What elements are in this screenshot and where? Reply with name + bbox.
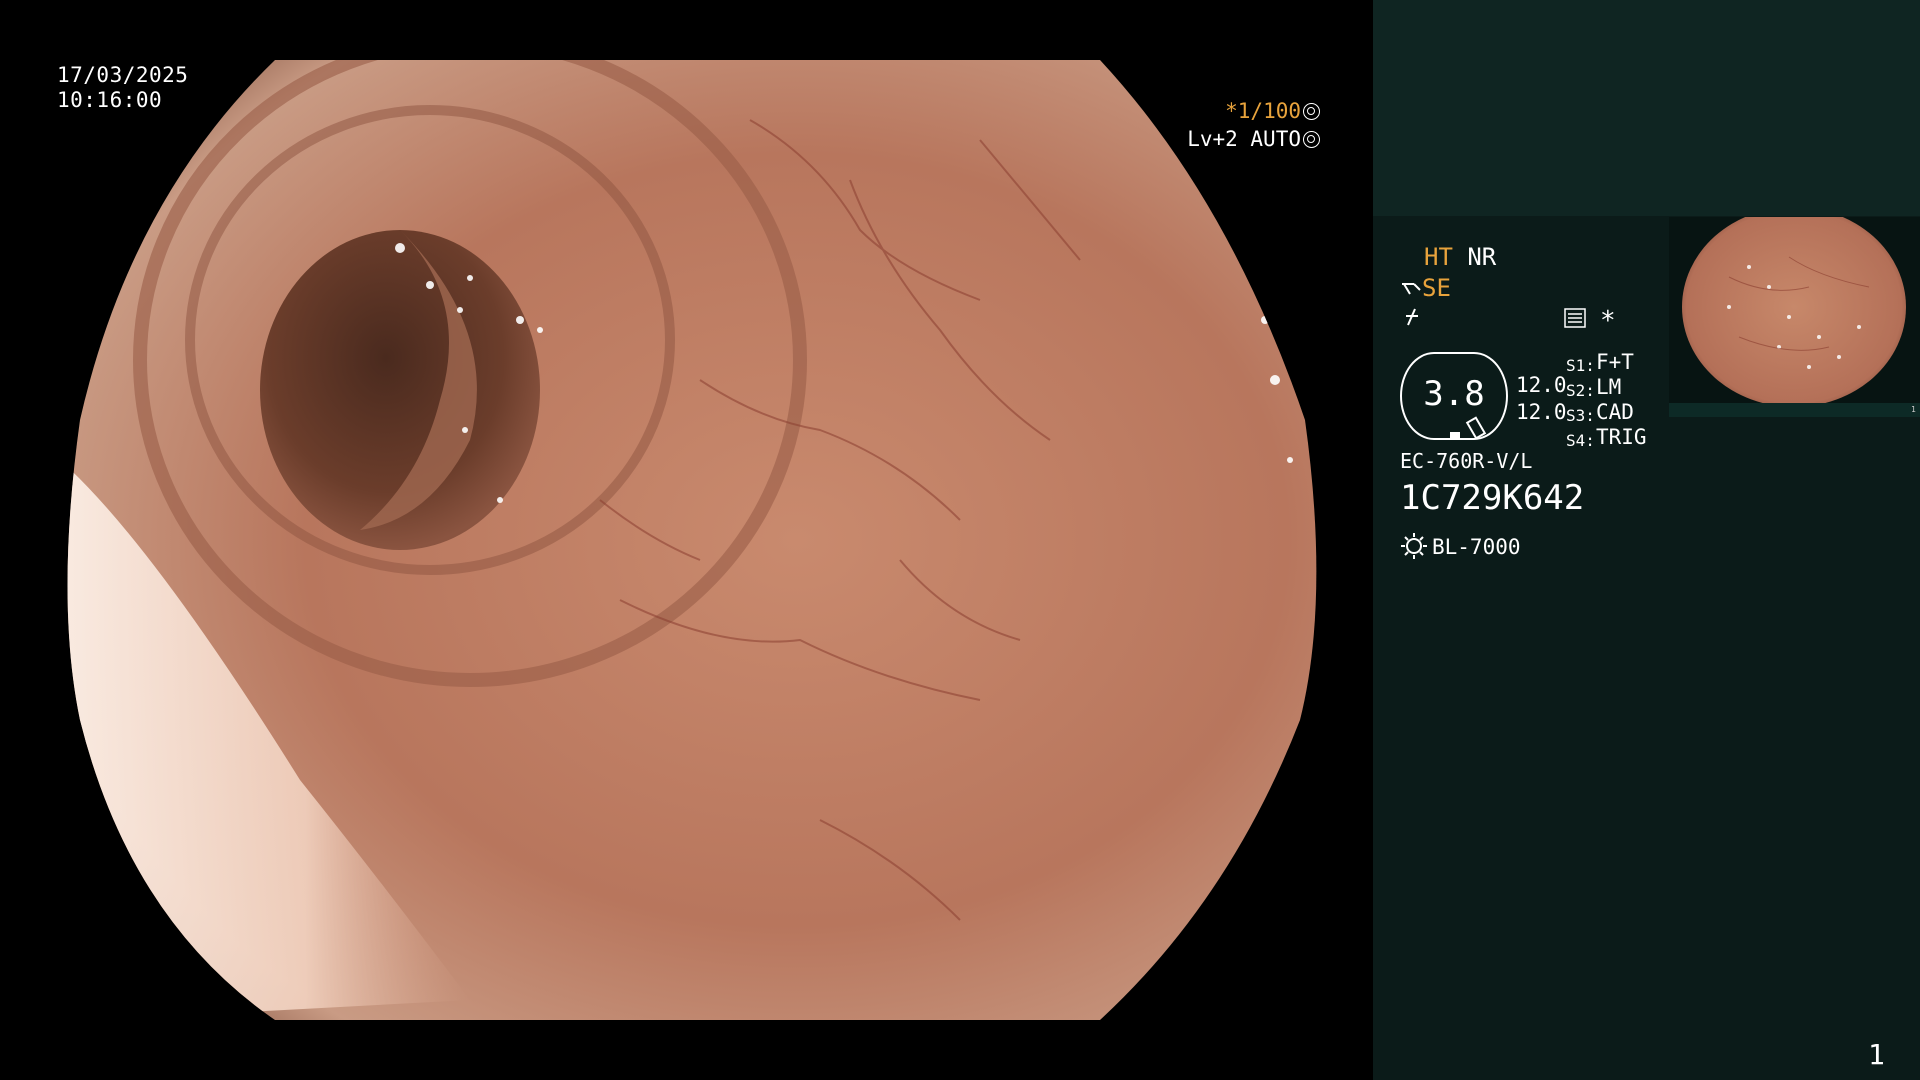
scope-serial: 1C729K642 — [1400, 478, 1585, 518]
shutter-value: 1/100 — [1237, 99, 1301, 123]
scope-tip-icon — [1402, 283, 1421, 295]
shutter-speed: *1/100 — [1150, 99, 1320, 123]
switch-3-value: CAD — [1596, 400, 1634, 424]
star-indicator: * — [1600, 306, 1616, 336]
switch-1-label: S1: — [1566, 356, 1595, 375]
light-source-name: BL-7000 — [1432, 535, 1521, 559]
level-value: Lv+2 AUTO — [1187, 127, 1301, 151]
enhancement-row: HT NR — [1424, 243, 1496, 271]
thumbnail-image — [1682, 217, 1906, 403]
value-1: 12.0 — [1516, 373, 1567, 397]
switch-1-value: F+T — [1596, 350, 1634, 374]
nr-label: NR — [1467, 243, 1497, 271]
thumbnail-footer: 1 — [1669, 403, 1920, 417]
endoscopy-view: 17/03/2025 10:16:00 — [0, 0, 1373, 1080]
switch-2-value: LM — [1596, 375, 1622, 399]
endoscopic-image — [67, 60, 1317, 1020]
time-text: 10:16:00 — [57, 88, 163, 112]
value-2: 12.0 — [1516, 400, 1567, 424]
switch-4-label: S4: — [1566, 431, 1595, 450]
switch-3-label: S3: — [1566, 406, 1595, 425]
auto-iris-icon — [1303, 131, 1320, 148]
se-label: SE — [1422, 274, 1451, 302]
page-number: 1 — [1868, 1038, 1885, 1071]
switch-2-label: S2: — [1566, 381, 1595, 400]
switch-4-value: TRIG — [1596, 425, 1647, 449]
ht-label: HT — [1424, 243, 1453, 271]
panel-header-area — [1373, 0, 1920, 216]
gauge-marker — [1450, 432, 1460, 439]
light-source-icon — [1401, 533, 1427, 559]
thumbnail-footer-right: 1 — [1911, 405, 1916, 414]
datetime: 17/03/2025 10:16:00 — [57, 63, 188, 113]
captured-thumbnail[interactable] — [1669, 217, 1920, 403]
shutter-wheel-icon — [1303, 103, 1320, 120]
date-text: 17/03/2025 — [57, 63, 189, 87]
structure-gauge: 3.8 — [1400, 352, 1508, 440]
scope-model: EC-760R-V/L — [1400, 449, 1533, 473]
brightness-level: Lv+2 AUTO — [1150, 127, 1320, 151]
lightning-icon — [1406, 308, 1418, 326]
se-row: SE — [1400, 274, 1451, 302]
shutter-prefix: * — [1225, 99, 1238, 123]
gauge-value: 3.8 — [1423, 374, 1485, 414]
light-source-row: BL-7000 — [1400, 532, 1521, 560]
menu-card-icon — [1564, 308, 1586, 328]
